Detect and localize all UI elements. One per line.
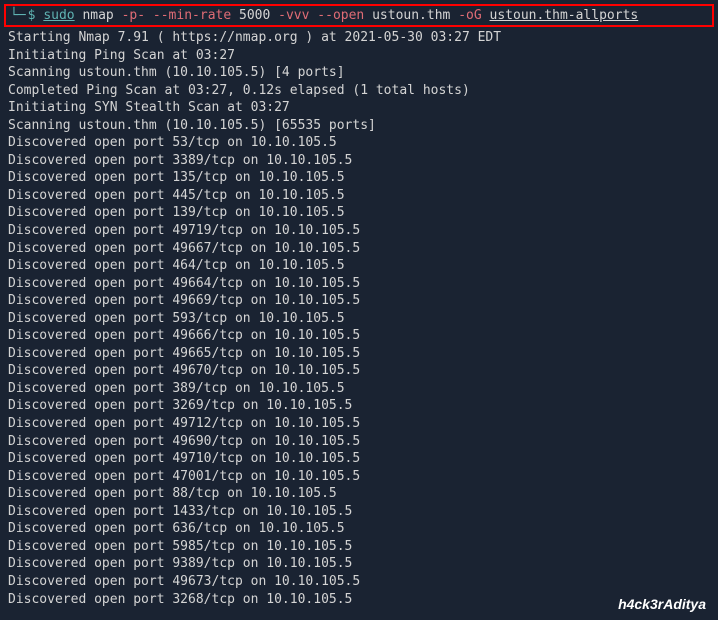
rate-value: 5000 <box>239 8 270 23</box>
output-line: Discovered open port 49719/tcp on 10.10.… <box>4 222 714 240</box>
output-line: Discovered open port 1433/tcp on 10.10.1… <box>4 503 714 521</box>
output-line: Discovered open port 49667/tcp on 10.10.… <box>4 240 714 258</box>
output-line: Discovered open port 49665/tcp on 10.10.… <box>4 345 714 363</box>
output-line: Discovered open port 49712/tcp on 10.10.… <box>4 415 714 433</box>
output-line: Discovered open port 3269/tcp on 10.10.1… <box>4 397 714 415</box>
output-line: Initiating Ping Scan at 03:27 <box>4 47 714 65</box>
command-line[interactable]: └─$ sudo nmap -p- --min-rate 5000 -vvv -… <box>4 4 714 27</box>
flag-min-rate: --min-rate <box>153 8 231 23</box>
watermark: h4ck3rAditya <box>618 596 706 612</box>
target-host: ustoun.thm <box>372 8 450 23</box>
output-line: Discovered open port 49670/tcp on 10.10.… <box>4 362 714 380</box>
output-line: Discovered open port 3389/tcp on 10.10.1… <box>4 152 714 170</box>
terminal-output: Starting Nmap 7.91 ( https://nmap.org ) … <box>4 29 714 608</box>
output-line: Starting Nmap 7.91 ( https://nmap.org ) … <box>4 29 714 47</box>
cmd-sudo: sudo <box>43 8 74 23</box>
output-line: Scanning ustoun.thm (10.10.105.5) [65535… <box>4 117 714 135</box>
cmd-nmap: nmap <box>82 8 113 23</box>
output-line: Initiating SYN Stealth Scan at 03:27 <box>4 99 714 117</box>
output-line: Discovered open port 53/tcp on 10.10.105… <box>4 134 714 152</box>
output-line: Discovered open port 49690/tcp on 10.10.… <box>4 433 714 451</box>
flag-vvv: -vvv <box>278 8 309 23</box>
output-file: ustoun.thm-allports <box>490 8 639 23</box>
output-line: Discovered open port 636/tcp on 10.10.10… <box>4 520 714 538</box>
output-line: Discovered open port 49673/tcp on 10.10.… <box>4 573 714 591</box>
output-line: Scanning ustoun.thm (10.10.105.5) [4 por… <box>4 64 714 82</box>
output-line: Discovered open port 88/tcp on 10.10.105… <box>4 485 714 503</box>
output-line: Discovered open port 445/tcp on 10.10.10… <box>4 187 714 205</box>
output-line: Discovered open port 3268/tcp on 10.10.1… <box>4 591 714 609</box>
output-line: Discovered open port 5985/tcp on 10.10.1… <box>4 538 714 556</box>
output-line: Discovered open port 593/tcp on 10.10.10… <box>4 310 714 328</box>
output-line: Discovered open port 139/tcp on 10.10.10… <box>4 204 714 222</box>
output-line: Discovered open port 135/tcp on 10.10.10… <box>4 169 714 187</box>
flag-open: --open <box>317 8 364 23</box>
output-line: Discovered open port 49669/tcp on 10.10.… <box>4 292 714 310</box>
output-line: Discovered open port 47001/tcp on 10.10.… <box>4 468 714 486</box>
output-line: Discovered open port 49664/tcp on 10.10.… <box>4 275 714 293</box>
output-line: Discovered open port 9389/tcp on 10.10.1… <box>4 555 714 573</box>
flag-p: -p- <box>122 8 145 23</box>
output-line: Discovered open port 49666/tcp on 10.10.… <box>4 327 714 345</box>
output-line: Discovered open port 464/tcp on 10.10.10… <box>4 257 714 275</box>
output-line: Discovered open port 49710/tcp on 10.10.… <box>4 450 714 468</box>
flag-oG: -oG <box>458 8 481 23</box>
output-line: Completed Ping Scan at 03:27, 0.12s elap… <box>4 82 714 100</box>
output-line: Discovered open port 389/tcp on 10.10.10… <box>4 380 714 398</box>
prompt-icon: └─ <box>10 8 26 23</box>
prompt-dollar: $ <box>28 8 36 23</box>
terminal-window: └─$ sudo nmap -p- --min-rate 5000 -vvv -… <box>4 4 714 616</box>
